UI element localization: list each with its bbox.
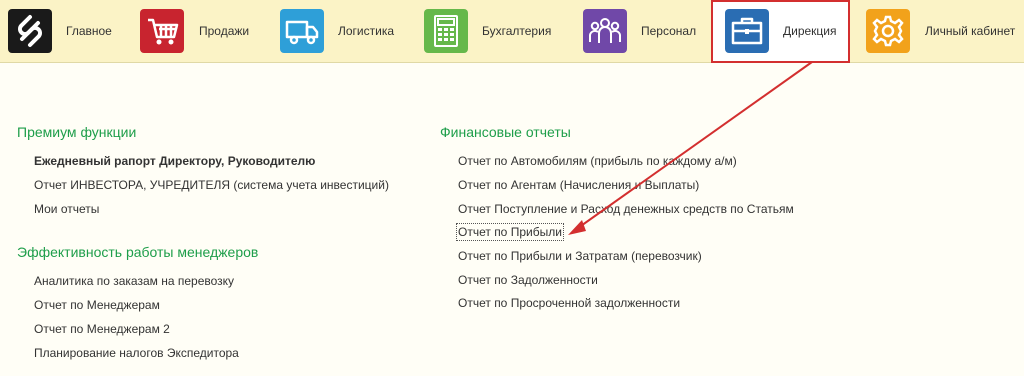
top-nav-bar: Главное Продажи Логистика Бухгалтерия Пе… bbox=[0, 0, 1024, 63]
section-title-premium: Премиум функции bbox=[17, 124, 137, 140]
link-order-analytics[interactable]: Аналитика по заказам на перевозку bbox=[34, 274, 234, 288]
nav-main-label: Главное bbox=[66, 24, 112, 38]
nav-sales-label: Продажи bbox=[199, 24, 250, 38]
link-managers-report-2[interactable]: Отчет по Менеджерам 2 bbox=[34, 322, 170, 336]
nav-sales[interactable]: Продажи bbox=[140, 0, 260, 62]
link-profit-report[interactable]: Отчет по Прибыли bbox=[456, 223, 564, 241]
nav-logistics-label: Логистика bbox=[338, 24, 395, 38]
nav-staff-label: Персонал bbox=[641, 24, 697, 38]
nav-accounting[interactable]: Бухгалтерия bbox=[424, 0, 564, 62]
link-vehicles-report[interactable]: Отчет по Автомобилям (прибыль по каждому… bbox=[458, 154, 737, 168]
gear-icon bbox=[866, 9, 910, 53]
nav-main[interactable]: Главное bbox=[0, 0, 130, 62]
link-daily-director-report[interactable]: Ежедневный рапорт Директору, Руководител… bbox=[34, 154, 315, 168]
link-overdue-debt-report[interactable]: Отчет по Просроченной задолженности bbox=[458, 296, 680, 310]
section-title-financial: Финансовые отчеты bbox=[440, 124, 571, 140]
nav-logistics[interactable]: Логистика bbox=[280, 0, 410, 62]
link-tax-planning[interactable]: Планирование налогов Экспедитора bbox=[34, 346, 239, 360]
nav-accounting-label: Бухгалтерия bbox=[482, 24, 552, 38]
people-icon bbox=[583, 9, 627, 53]
link-profit-costs-report[interactable]: Отчет по Прибыли и Затратам (перевозчик) bbox=[458, 249, 702, 263]
nav-directorate[interactable]: Дирекция bbox=[725, 0, 845, 62]
nav-directorate-label: Дирекция bbox=[783, 24, 837, 38]
truck-icon bbox=[280, 9, 324, 53]
link-managers-report[interactable]: Отчет по Менеджерам bbox=[34, 298, 160, 312]
link-debt-report[interactable]: Отчет по Задолженности bbox=[458, 273, 598, 287]
link-cashflow-report[interactable]: Отчет Поступление и Расход денежных сред… bbox=[458, 202, 794, 216]
nav-account-label: Личный кабинет bbox=[925, 24, 1016, 38]
link-my-reports[interactable]: Мои отчеты bbox=[34, 202, 99, 216]
nav-staff[interactable]: Персонал bbox=[583, 0, 703, 62]
briefcase-icon bbox=[725, 9, 769, 53]
section-title-efficiency: Эффективность работы менеджеров bbox=[17, 244, 259, 260]
shopping-cart-icon bbox=[140, 9, 184, 53]
link-investor-report[interactable]: Отчет ИНВЕСТОРА, УЧРЕДИТЕЛЯ (система уче… bbox=[34, 178, 389, 192]
calculator-icon bbox=[424, 9, 468, 53]
nav-account[interactable]: Личный кабинет bbox=[866, 0, 1024, 62]
link-agents-report[interactable]: Отчет по Агентам (Начисления и Выплаты) bbox=[458, 178, 699, 192]
link-logo-icon bbox=[8, 9, 52, 53]
